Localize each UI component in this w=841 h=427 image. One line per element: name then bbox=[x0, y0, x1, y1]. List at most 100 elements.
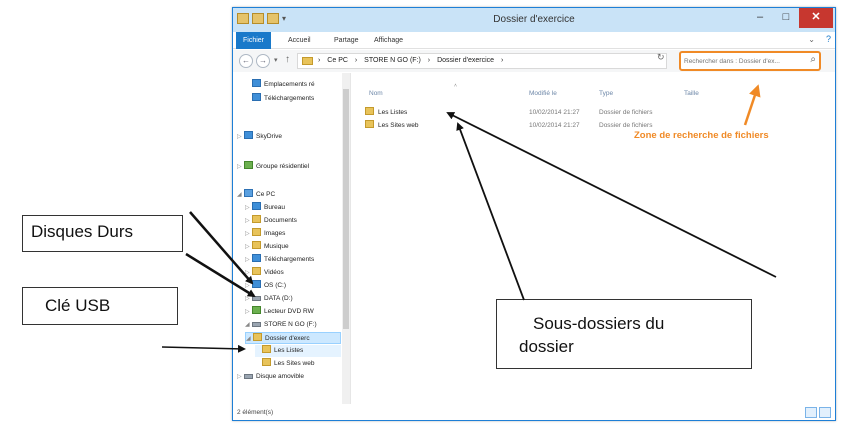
desktop-folder-icon bbox=[252, 202, 261, 210]
computer-icon bbox=[244, 189, 253, 197]
annotation-line: Sous-dossiers du bbox=[533, 314, 665, 333]
collapse-icon[interactable]: ◢ bbox=[237, 189, 244, 201]
annotation-disques-durs: Disques Durs bbox=[22, 215, 183, 252]
folder-icon bbox=[302, 57, 313, 65]
nav-item-musique[interactable]: ▷ Musique bbox=[245, 241, 289, 253]
column-header-name[interactable]: Nom bbox=[369, 90, 383, 97]
expand-icon[interactable]: ▷ bbox=[245, 293, 252, 305]
tab-accueil[interactable]: Accueil bbox=[288, 34, 311, 47]
breadcrumb-separator[interactable]: › bbox=[318, 57, 320, 64]
expand-icon[interactable]: ▷ bbox=[245, 267, 252, 279]
tab-affichage[interactable]: Affichage bbox=[374, 34, 403, 47]
recent-locations-icon[interactable]: ▾ bbox=[274, 56, 278, 64]
tab-partage[interactable]: Partage bbox=[334, 34, 359, 47]
nav-item-os-c[interactable]: ▷ OS (C:) bbox=[245, 280, 286, 292]
folder-icon bbox=[262, 358, 271, 366]
file-row[interactable]: Les Listes 10/02/2014 21:27 Dossier de f… bbox=[365, 107, 685, 119]
documents-folder-icon bbox=[252, 215, 261, 223]
collapse-icon[interactable]: ◢ bbox=[245, 319, 252, 331]
breadcrumb-dossier-exercice[interactable]: Dossier d'exercice bbox=[437, 57, 494, 64]
nav-item-telechargements-pc[interactable]: ▷ Téléchargements bbox=[245, 254, 314, 266]
expand-icon[interactable]: ▷ bbox=[245, 228, 252, 240]
search-box: ⌕ bbox=[679, 51, 821, 71]
column-header-size[interactable]: Taille bbox=[684, 90, 699, 97]
nav-item-store-n-go[interactable]: ◢ STORE N GO (F:) bbox=[245, 319, 317, 331]
expand-icon[interactable]: ▷ bbox=[245, 202, 252, 214]
forward-button[interactable]: → bbox=[256, 54, 270, 68]
file-name-cell: Les Sites web bbox=[365, 120, 418, 132]
file-modified: 10/02/2014 21:27 bbox=[529, 109, 580, 116]
breadcrumb-store-n-go[interactable]: STORE N GO (F:) bbox=[364, 57, 421, 64]
nav-item-label: Ce PC bbox=[256, 191, 276, 198]
sort-indicator-icon: ˄ bbox=[454, 83, 457, 89]
back-button[interactable]: ← bbox=[239, 54, 253, 68]
column-header-type[interactable]: Type bbox=[599, 90, 613, 97]
annotation-line: dossier bbox=[519, 337, 574, 357]
nav-item-label: Images bbox=[264, 230, 286, 237]
file-name: Les Listes bbox=[378, 109, 408, 116]
folder-icon bbox=[365, 107, 374, 115]
close-button[interactable]: ✕ bbox=[799, 8, 833, 28]
expand-icon[interactable]: ▷ bbox=[245, 306, 252, 318]
nav-item-dossier-exercice[interactable]: ◢ Dossier d'exerc bbox=[245, 332, 341, 344]
expand-icon[interactable]: ▷ bbox=[237, 161, 244, 173]
breadcrumb-separator[interactable]: › bbox=[355, 57, 357, 64]
nav-item-videos[interactable]: ▷ Vidéos bbox=[245, 267, 284, 279]
column-header-modified[interactable]: Modifié le bbox=[529, 90, 557, 97]
nav-item-images[interactable]: ▷ Images bbox=[245, 228, 285, 240]
nav-item-label: Groupe résidentiel bbox=[256, 163, 310, 170]
help-icon[interactable]: ? bbox=[826, 34, 831, 44]
cloud-icon bbox=[244, 131, 253, 139]
search-input[interactable] bbox=[684, 55, 802, 68]
nav-item-groupe-residentiel[interactable]: ▷ Groupe résidentiel bbox=[237, 161, 309, 173]
collapse-icon[interactable]: ◢ bbox=[246, 333, 253, 345]
folder-icon bbox=[365, 120, 374, 128]
details-view-icon[interactable] bbox=[805, 407, 817, 418]
minimize-button[interactable]: – bbox=[747, 8, 773, 28]
nav-item-label: Emplacements ré bbox=[264, 81, 315, 88]
expand-icon[interactable]: ▷ bbox=[245, 215, 252, 227]
address-bar[interactable]: › Ce PC › STORE N GO (F:) › Dossier d'ex… bbox=[297, 53, 714, 69]
large-icons-view-icon[interactable] bbox=[819, 407, 831, 418]
up-button[interactable]: ↑ bbox=[285, 54, 290, 65]
nav-item-les-sites-web[interactable]: Les Sites web bbox=[255, 358, 314, 370]
nav-item-skydrive[interactable]: ▷ SkyDrive bbox=[237, 131, 282, 143]
expand-icon[interactable]: ▷ bbox=[245, 280, 252, 292]
navpane-scrollbar[interactable] bbox=[342, 73, 350, 404]
breadcrumb-separator[interactable]: › bbox=[501, 57, 503, 64]
nav-item-ce-pc[interactable]: ◢ Ce PC bbox=[237, 189, 275, 201]
dvd-drive-icon bbox=[252, 306, 261, 314]
expand-icon[interactable]: ▷ bbox=[245, 254, 252, 266]
search-icon[interactable]: ⌕ bbox=[810, 54, 816, 65]
pictures-folder-icon bbox=[252, 228, 261, 236]
view-switcher bbox=[805, 407, 831, 418]
nav-item-label: OS (C:) bbox=[264, 282, 287, 289]
expand-icon[interactable]: ▷ bbox=[237, 371, 244, 383]
expand-icon[interactable]: ▷ bbox=[237, 131, 244, 143]
title-bar[interactable]: ▾ Dossier d'exercice – □ ✕ bbox=[233, 8, 835, 32]
breadcrumb-separator[interactable]: › bbox=[428, 57, 430, 64]
videos-folder-icon bbox=[252, 267, 261, 275]
nav-item-disque-amovible[interactable]: ▷ Disque amovible bbox=[237, 371, 304, 383]
nav-item-documents[interactable]: ▷ Documents bbox=[245, 215, 297, 227]
ribbon-expand-icon[interactable]: ⌄ bbox=[808, 35, 815, 44]
refresh-icon[interactable]: ↻ bbox=[657, 52, 665, 63]
tab-fichier[interactable]: Fichier bbox=[236, 32, 272, 49]
ribbon-tabs: Fichier Accueil Partage Affichage ⌄ ? bbox=[233, 32, 835, 49]
nav-item-label: Documents bbox=[264, 217, 297, 224]
nav-item-label: Bureau bbox=[264, 204, 285, 211]
nav-item-data-d[interactable]: ▷ DATA (D:) bbox=[245, 293, 293, 305]
nav-item-telechargements[interactable]: Téléchargements bbox=[245, 93, 314, 105]
maximize-button[interactable]: □ bbox=[773, 8, 799, 28]
expand-icon[interactable]: ▷ bbox=[245, 241, 252, 253]
nav-item-label: Téléchargements bbox=[264, 256, 315, 263]
nav-item-label: Vidéos bbox=[264, 269, 284, 276]
annotation-search-zone: Zone de recherche de fichiers bbox=[634, 130, 769, 141]
nav-item-les-listes[interactable]: Les Listes bbox=[255, 345, 341, 357]
nav-item-bureau[interactable]: ▷ Bureau bbox=[245, 202, 285, 214]
nav-item-lecteur-dvd[interactable]: ▷ Lecteur DVD RW bbox=[245, 306, 314, 318]
navigation-pane: Emplacements ré Téléchargements ▷ SkyDriv… bbox=[233, 73, 351, 404]
scrollbar-thumb[interactable] bbox=[343, 89, 349, 329]
breadcrumb-ce-pc[interactable]: Ce PC bbox=[327, 57, 348, 64]
nav-item-emplacements-recents[interactable]: Emplacements ré bbox=[245, 79, 315, 91]
